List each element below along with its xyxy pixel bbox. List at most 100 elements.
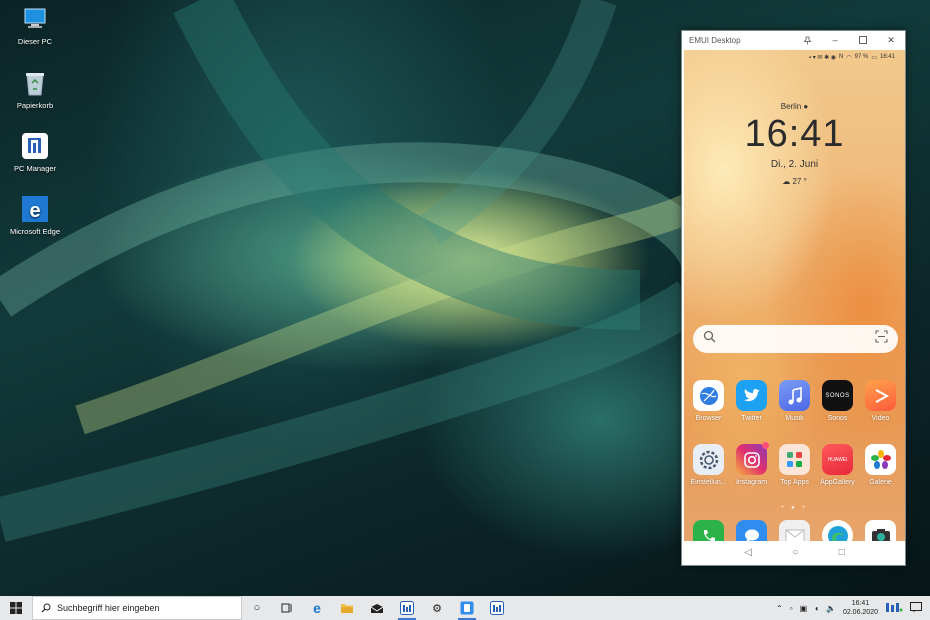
email-icon bbox=[779, 520, 810, 543]
weather-cloud-icon: ☁ bbox=[782, 177, 791, 186]
taskbar-clock[interactable]: 16:41 02.06.2020 bbox=[843, 599, 878, 617]
show-hidden-icons-icon[interactable]: ⌃ bbox=[776, 604, 783, 613]
app-musik[interactable]: Musik bbox=[773, 380, 816, 422]
app-folder-top-apps[interactable]: Top Apps bbox=[773, 444, 816, 486]
taskbar-huawei-share-icon[interactable] bbox=[482, 596, 512, 620]
app-label: Video bbox=[871, 415, 890, 422]
svg-text:e: e bbox=[313, 601, 321, 615]
app-einstellungen[interactable]: Einstellun... bbox=[687, 444, 730, 486]
taskbar: Suchbegriff hier eingeben ○ e ⚙ ⌃ ▫ ▣ ◖ … bbox=[0, 596, 930, 620]
desktop-icon-pc-manager[interactable]: PC Manager bbox=[6, 131, 64, 173]
dock-camera[interactable] bbox=[859, 520, 902, 543]
app-label: Galerie bbox=[869, 479, 892, 486]
dock-edge[interactable] bbox=[816, 520, 859, 543]
recents-icon[interactable]: □ bbox=[839, 547, 845, 558]
taskbar-search-box[interactable]: Suchbegriff hier eingeben bbox=[32, 596, 242, 620]
folder-icon bbox=[779, 444, 810, 475]
camera-icon bbox=[865, 520, 896, 543]
notification-badge bbox=[762, 442, 769, 449]
phone-nav-bar: ◁ ○ □ bbox=[684, 541, 905, 563]
scan-icon[interactable] bbox=[875, 330, 888, 348]
notification-center-icon[interactable] bbox=[910, 601, 922, 615]
status-time: 16:41 bbox=[879, 54, 895, 60]
onedrive-icon[interactable]: ▫ bbox=[790, 604, 793, 613]
sonos-icon: SONOS bbox=[822, 380, 853, 411]
twitter-icon bbox=[736, 380, 767, 411]
taskbar-search-placeholder: Suchbegriff hier eingeben bbox=[57, 603, 160, 613]
recycle-bin-icon bbox=[20, 68, 50, 98]
back-icon[interactable]: ◁ bbox=[744, 547, 752, 558]
app-video[interactable]: Video bbox=[859, 380, 902, 422]
start-button[interactable] bbox=[0, 596, 32, 620]
clock-time: 16:41 bbox=[744, 113, 845, 155]
app-sonos[interactable]: SONOS Sonos bbox=[816, 380, 859, 422]
app-label: Twitter bbox=[741, 415, 762, 422]
desktop-icon-microsoft-edge[interactable]: e Microsoft Edge bbox=[6, 194, 64, 236]
app-label: Browser bbox=[695, 415, 722, 422]
edge-browser-icon bbox=[822, 520, 853, 543]
phone-search-bar[interactable] bbox=[693, 325, 898, 353]
app-galerie[interactable]: Galerie bbox=[859, 444, 902, 486]
taskbar-emui-desktop-icon[interactable] bbox=[452, 596, 482, 620]
app-browser[interactable]: Browser bbox=[687, 380, 730, 422]
desktop-icon-label: Dieser PC bbox=[17, 37, 53, 46]
cortana-icon[interactable]: ○ bbox=[242, 596, 272, 620]
app-label: Sonos bbox=[827, 415, 848, 422]
taskbar-pc-manager-icon[interactable] bbox=[392, 596, 422, 620]
edge-icon: e bbox=[20, 194, 50, 224]
app-label: Instagram bbox=[735, 479, 768, 486]
desktop-icon-papierkorb[interactable]: Papierkorb bbox=[6, 68, 64, 110]
dock-email[interactable] bbox=[773, 520, 816, 543]
task-view-icon[interactable] bbox=[272, 596, 302, 620]
file-explorer-icon[interactable] bbox=[332, 596, 362, 620]
pc-manager-icon bbox=[20, 131, 50, 161]
taskbar-edge-icon[interactable]: e bbox=[302, 596, 332, 620]
app-label: Musik bbox=[785, 415, 804, 422]
volume-mute-icon[interactable]: 🔈 bbox=[826, 604, 836, 613]
minimize-icon[interactable]: – bbox=[821, 31, 849, 49]
settings-gear-icon[interactable]: ⚙ bbox=[422, 596, 452, 620]
battery-percent: 97 % bbox=[854, 54, 869, 60]
battery-icon: ▭ bbox=[871, 54, 877, 61]
system-tray: ⌃ ▫ ▣ ◖ 🔈 16:41 02.06.2020 bbox=[776, 596, 930, 620]
music-icon bbox=[779, 380, 810, 411]
mail-icon[interactable] bbox=[362, 596, 392, 620]
dock-messages[interactable] bbox=[730, 520, 773, 543]
window-titlebar[interactable]: EMUI Desktop – ✕ bbox=[682, 31, 905, 49]
dock-phone[interactable] bbox=[687, 520, 730, 543]
settings-icon bbox=[693, 444, 724, 475]
network-icon[interactable]: ◖ bbox=[814, 604, 819, 613]
close-icon[interactable]: ✕ bbox=[877, 31, 905, 49]
tray-pc-manager-icon[interactable] bbox=[885, 601, 903, 615]
computer-icon bbox=[20, 4, 50, 34]
maximize-icon[interactable] bbox=[849, 31, 877, 49]
status-icons: ▪ ▾ ✉ ✱ ◉ bbox=[808, 54, 837, 61]
page-indicator: • ● • bbox=[781, 505, 808, 511]
instagram-icon bbox=[736, 442, 769, 475]
app-appgallery[interactable]: HUAWEI AppGallery bbox=[816, 444, 859, 486]
app-label: AppGallery bbox=[820, 479, 855, 486]
home-icon[interactable]: ○ bbox=[792, 547, 798, 558]
app-dock bbox=[687, 520, 902, 543]
messages-icon bbox=[736, 520, 767, 543]
phone-status-bar: ▪ ▾ ✉ ✱ ◉ N ◠ 97 % ▭ 16:41 bbox=[684, 50, 905, 64]
emui-desktop-window[interactable]: EMUI Desktop – ✕ ▪ ▾ ✉ ✱ ◉ N ◠ 97 % ▭ 16… bbox=[681, 30, 906, 566]
app-label: Einstellun... bbox=[690, 479, 727, 486]
location-pin-icon: ● bbox=[803, 102, 809, 111]
app-row-2: Einstellun... Instagram Top Apps HUAWEI bbox=[687, 442, 902, 486]
app-twitter[interactable]: Twitter bbox=[730, 380, 773, 422]
desktop-icon-dieser-pc[interactable]: Dieser PC bbox=[6, 4, 64, 46]
gallery-icon bbox=[865, 444, 896, 475]
svg-text:e: e bbox=[29, 200, 40, 222]
phone-screen[interactable]: ▪ ▾ ✉ ✱ ◉ N ◠ 97 % ▭ 16:41 Berlin ● 16:4… bbox=[684, 50, 905, 543]
power-icon[interactable]: ▣ bbox=[800, 604, 808, 613]
video-icon bbox=[865, 380, 896, 411]
nfc-icon: N bbox=[839, 54, 844, 60]
appgallery-icon: HUAWEI bbox=[822, 444, 853, 475]
weather-widget[interactable]: ☁ 27 ° bbox=[684, 177, 905, 186]
pin-icon[interactable] bbox=[793, 31, 821, 49]
app-instagram[interactable]: Instagram bbox=[730, 442, 773, 486]
phone-icon bbox=[693, 520, 724, 543]
window-title: EMUI Desktop bbox=[689, 35, 741, 45]
app-row-1: Browser Twitter Musik SONOS Sonos Video bbox=[687, 380, 902, 422]
